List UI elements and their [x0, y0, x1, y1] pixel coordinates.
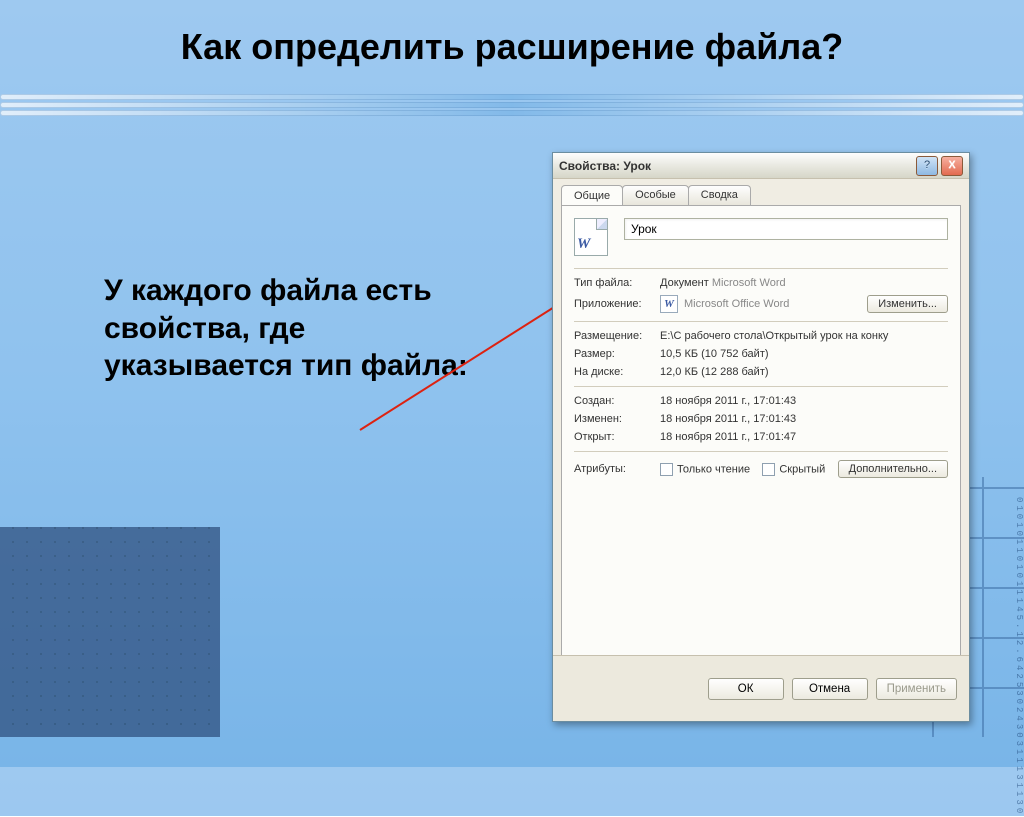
properties-dialog: Свойства: Урок ? X Общие Особые Сводка W…	[552, 152, 970, 722]
tab-special[interactable]: Особые	[622, 185, 689, 205]
label-size: Размер:	[574, 348, 660, 360]
dialog-footer: ОК Отмена Применить	[553, 655, 969, 721]
slide-body-text: У каждого файла есть свойства, где указы…	[104, 272, 494, 385]
value-modified: 18 ноября 2011 г., 17:01:43	[660, 413, 948, 425]
dialog-title: Свойства: Урок	[559, 159, 651, 173]
tab-general[interactable]: Общие	[561, 185, 623, 205]
close-button[interactable]: X	[941, 156, 963, 176]
change-app-button[interactable]: Изменить...	[867, 295, 948, 313]
checkbox-hidden[interactable]	[762, 463, 775, 476]
value-filetype: Документ Microsoft Word	[660, 277, 948, 289]
label-filetype: Тип файла:	[574, 277, 660, 289]
checkbox-readonly[interactable]	[660, 463, 673, 476]
apply-button[interactable]: Применить	[876, 678, 957, 700]
label-ondisk: На диске:	[574, 366, 660, 378]
label-modified: Изменен:	[574, 413, 660, 425]
tab-bar: Общие Особые Сводка	[553, 179, 969, 205]
decorative-hbars	[0, 94, 1024, 128]
word-file-icon: W	[574, 218, 608, 256]
decorative-digits: 010101101011145.12.6425302430311131130	[964, 497, 1024, 737]
value-opened: 18 ноября 2011 г., 17:01:47	[660, 431, 948, 443]
tab-panel-general: W Урок Тип файла: Документ Microsoft Wor…	[561, 205, 961, 659]
cancel-button[interactable]: Отмена	[792, 678, 868, 700]
value-ondisk: 12,0 КБ (12 288 байт)	[660, 366, 948, 378]
label-attrs: Атрибуты:	[574, 463, 660, 475]
value-location: E:\С рабочего стола\Открытый урок на кон…	[660, 330, 948, 342]
value-attrs: Только чтение Скрытый	[660, 463, 838, 476]
value-created: 18 ноября 2011 г., 17:01:43	[660, 395, 948, 407]
label-app: Приложение:	[574, 298, 660, 310]
word-app-icon: W	[660, 295, 678, 313]
label-opened: Открыт:	[574, 431, 660, 443]
value-size: 10,5 КБ (10 752 байт)	[660, 348, 948, 360]
tab-summary[interactable]: Сводка	[688, 185, 751, 205]
dialog-titlebar[interactable]: Свойства: Урок ? X	[553, 153, 969, 179]
filename-field[interactable]: Урок	[624, 218, 948, 240]
label-location: Размещение:	[574, 330, 660, 342]
slide-title: Как определить расширение файла?	[0, 26, 1024, 68]
decorative-grid-left	[0, 527, 220, 737]
advanced-button[interactable]: Дополнительно...	[838, 460, 948, 478]
label-created: Создан:	[574, 395, 660, 407]
ok-button[interactable]: ОК	[708, 678, 784, 700]
value-app: WMicrosoft Office Word	[660, 295, 867, 313]
help-button[interactable]: ?	[916, 156, 938, 176]
